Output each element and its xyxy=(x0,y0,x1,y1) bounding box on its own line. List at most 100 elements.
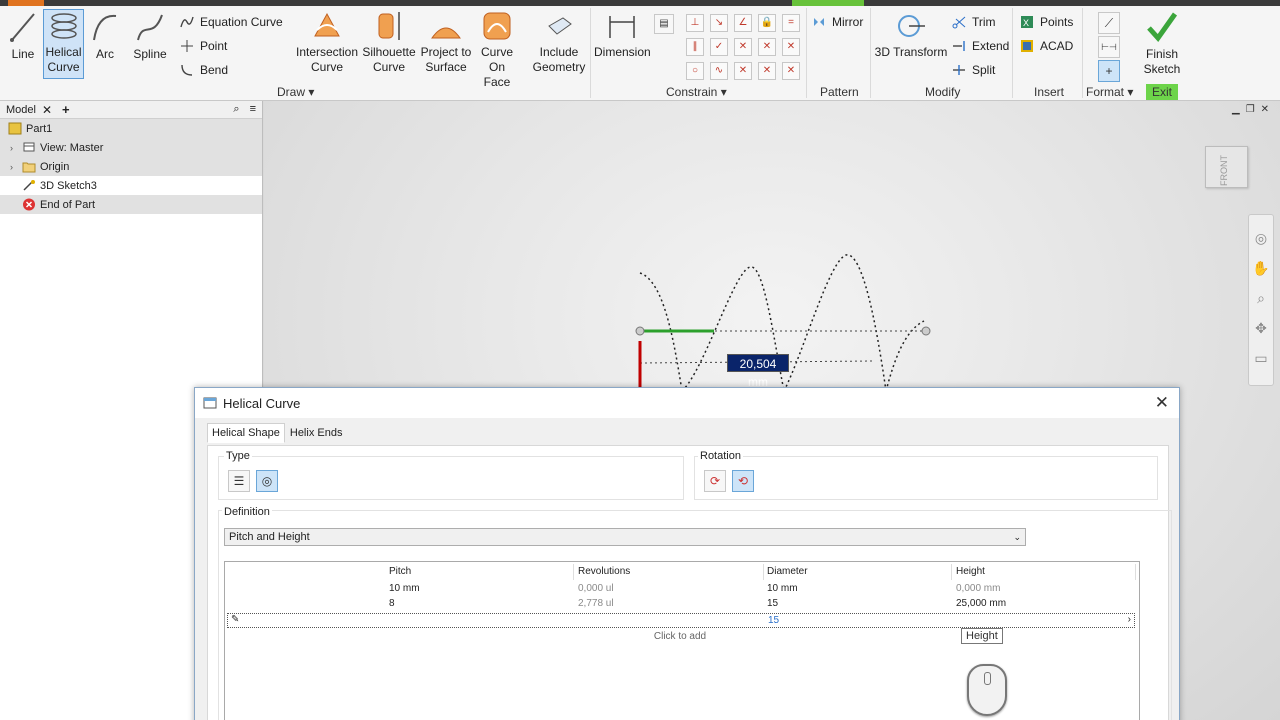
table-row[interactable]: 10 mm 0,000 ul 10 mm 0,000 mm xyxy=(225,581,1139,597)
column-height[interactable]: Height xyxy=(956,566,985,577)
acad-button[interactable]: ACAD xyxy=(1020,39,1073,53)
include-geometry-button[interactable]: Include Geometry xyxy=(530,10,588,75)
cell-height[interactable]: 25,000 mm xyxy=(956,598,1006,609)
draw-group-label[interactable]: Draw ▾ xyxy=(277,85,314,99)
points-button[interactable]: X Points xyxy=(1020,15,1073,29)
constraint-icon[interactable]: ✕ xyxy=(782,38,800,56)
intersection-curve-button[interactable]: Intersection Curve xyxy=(296,10,358,75)
bend-button[interactable]: Bend xyxy=(180,63,228,77)
viewcube[interactable]: FRONT xyxy=(1205,146,1248,188)
coil-type-icon[interactable]: ☰ xyxy=(228,470,250,492)
dialog-titlebar[interactable]: Helical Curve ✕ xyxy=(195,388,1179,418)
column-revolutions[interactable]: Revolutions xyxy=(578,566,630,577)
constraint-icon[interactable]: ✕ xyxy=(734,62,752,80)
search-icon[interactable]: ⌕ xyxy=(233,103,239,116)
zoom-icon[interactable]: ⌕ xyxy=(1249,283,1273,313)
constrain-group-label[interactable]: Constrain ▾ xyxy=(666,85,727,99)
column-diameter[interactable]: Diameter xyxy=(767,566,808,577)
cell-pitch[interactable]: 10 mm xyxy=(389,583,420,594)
chevron-right-icon[interactable]: › xyxy=(10,143,18,153)
constraint-settings-icon[interactable]: ▤ xyxy=(654,14,674,34)
definition-select[interactable]: Pitch and Height ⌄ xyxy=(224,528,1026,546)
cell-height[interactable]: 0,000 mm xyxy=(956,583,1000,594)
steering-wheel-icon[interactable]: ◎ xyxy=(1249,223,1273,253)
point-button[interactable]: Point xyxy=(180,39,227,53)
look-at-icon[interactable]: ▭ xyxy=(1249,343,1273,373)
pan-hand-icon[interactable]: ✋ xyxy=(1249,253,1273,283)
3d-transform-button[interactable]: 3D Transform xyxy=(874,10,948,60)
close-icon[interactable]: ✕ xyxy=(42,103,52,117)
tab-helical-shape[interactable]: Helical Shape xyxy=(207,423,285,443)
cell-diameter[interactable]: 15 xyxy=(767,598,778,609)
spiral-type-icon[interactable]: ◎ xyxy=(256,470,278,492)
helical-curve-button[interactable]: Helical Curve xyxy=(43,9,84,79)
trim-button[interactable]: Trim xyxy=(952,15,996,29)
format-group-label[interactable]: Format ▾ xyxy=(1086,85,1133,99)
finish-sketch-button[interactable]: Finish Sketch xyxy=(1140,10,1184,77)
constraint-icon[interactable]: ✕ xyxy=(782,62,800,80)
constraint-icon[interactable]: ✕ xyxy=(758,38,776,56)
curve-on-face-button[interactable]: Curve On Face xyxy=(476,10,518,90)
orbit-icon[interactable]: ✥ xyxy=(1249,313,1273,343)
extend-label: Extend xyxy=(972,39,1010,53)
equal-icon[interactable]: = xyxy=(782,14,800,32)
tangent-icon[interactable]: ✓ xyxy=(710,38,728,56)
smooth-icon[interactable]: ∠ xyxy=(734,14,752,32)
helix-start-point[interactable] xyxy=(635,326,645,336)
bend-label: Bend xyxy=(200,63,229,77)
menu-icon[interactable]: ≡ xyxy=(250,103,256,116)
tree-item-origin[interactable]: › Origin xyxy=(0,157,262,176)
dimension-button[interactable]: Dimension xyxy=(594,10,651,60)
reference-dimension-icon[interactable]: ⊢⊣ xyxy=(1098,36,1120,58)
coincident-icon[interactable]: ↘ xyxy=(710,14,728,32)
edit-cell-diameter[interactable]: 15 xyxy=(768,615,779,626)
arc-button[interactable]: Arc xyxy=(88,10,122,62)
browser-tools: ⌕ ≡ xyxy=(233,103,256,116)
spline-button[interactable]: Spline xyxy=(130,10,170,62)
helix-end-point[interactable] xyxy=(921,326,931,336)
cell-pitch[interactable]: 8 xyxy=(389,598,395,609)
cell-revolutions[interactable]: 2,778 ul xyxy=(578,598,614,609)
parallel-icon[interactable]: ∥ xyxy=(686,38,704,56)
clockwise-icon[interactable]: ⟳ xyxy=(704,470,726,492)
spline-label: Spline xyxy=(133,47,167,61)
restore-icon[interactable]: ❐ xyxy=(1246,104,1255,115)
constraint-icon[interactable]: ✕ xyxy=(734,38,752,56)
line-button[interactable]: Line xyxy=(6,10,40,62)
browser-tab-model[interactable]: Model xyxy=(6,104,36,116)
chevron-right-icon[interactable]: › xyxy=(10,162,18,172)
counterclockwise-icon[interactable]: ⟲ xyxy=(732,470,754,492)
mirror-button[interactable]: Mirror xyxy=(812,15,863,29)
add-tab-icon[interactable]: + xyxy=(62,102,70,117)
collinear-icon[interactable]: ∿ xyxy=(710,62,728,80)
close-icon[interactable]: ✕ xyxy=(1261,104,1269,115)
minimize-icon[interactable]: ▁ xyxy=(1232,104,1240,115)
constraint-icon[interactable]: ✕ xyxy=(758,62,776,80)
project-to-surface-button[interactable]: Project to Surface xyxy=(419,10,473,75)
table-row[interactable]: 8 2,778 ul 15 25,000 mm xyxy=(225,596,1139,612)
equation-curve-button[interactable]: Equation Curve xyxy=(180,15,283,29)
on-face-icon[interactable]: ○ xyxy=(686,62,704,80)
column-pitch[interactable]: Pitch xyxy=(389,566,411,577)
tree-item-part[interactable]: Part1 xyxy=(0,119,262,138)
close-icon[interactable]: ✕ xyxy=(1155,393,1169,413)
perpendicular-icon[interactable]: ⊥ xyxy=(686,14,704,32)
cell-diameter[interactable]: 10 mm xyxy=(767,583,798,594)
dimension-label: Dimension xyxy=(594,45,651,59)
tree-item-end-of-part[interactable]: End of Part xyxy=(0,195,262,214)
svg-text:X: X xyxy=(1023,18,1029,28)
edit-row[interactable]: ✎ 15 › xyxy=(227,613,1135,628)
cell-revolutions[interactable]: 0,000 ul xyxy=(578,583,614,594)
construction-icon[interactable]: ⟋ xyxy=(1098,12,1120,34)
tab-helix-ends[interactable]: Helix Ends xyxy=(285,423,348,443)
fix-icon[interactable]: 🔒 xyxy=(758,14,776,32)
split-button[interactable]: Split xyxy=(952,63,995,77)
centerline-icon[interactable]: + xyxy=(1098,60,1120,82)
silhouette-curve-button[interactable]: Silhouette Curve xyxy=(360,10,418,75)
extend-button[interactable]: Extend xyxy=(952,39,1009,53)
dimension-input[interactable]: 20,504 mm xyxy=(727,354,789,389)
tree-item-sketch[interactable]: 3D Sketch3 xyxy=(0,176,262,195)
table-header: Pitch Revolutions Diameter Height xyxy=(225,564,1139,580)
tree-item-view[interactable]: › View: Master xyxy=(0,138,262,157)
mirror-icon xyxy=(814,18,824,26)
